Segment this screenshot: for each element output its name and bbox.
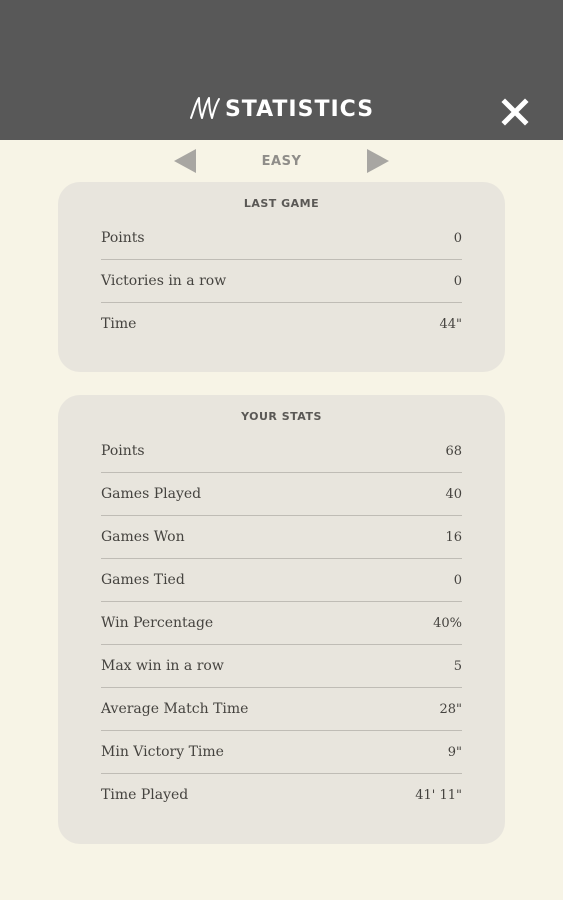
stat-label: Time [101, 316, 137, 332]
stat-value: 44" [439, 316, 462, 332]
difficulty-label: EASY [261, 154, 302, 169]
stat-value: 0 [453, 572, 462, 588]
stat-row: Time 44" [101, 303, 462, 345]
stat-label: Games Tied [101, 572, 185, 588]
triangle-right-icon [367, 149, 389, 173]
last-game-rows: Points 0 Victories in a row 0 Time 44" [101, 217, 462, 345]
stat-row: Points 68 [101, 430, 462, 473]
your-stats-title: YOUR STATS [241, 410, 322, 423]
close-button[interactable] [500, 97, 530, 127]
stat-label: Min Victory Time [101, 744, 224, 760]
stat-label: Average Match Time [101, 701, 249, 717]
stat-label: Victories in a row [101, 273, 227, 289]
stat-row: Win Percentage 40% [101, 602, 462, 645]
stat-value: 0 [453, 273, 462, 289]
stat-value: 16 [445, 529, 462, 545]
stat-value: 41' 11" [415, 787, 462, 803]
stat-row: Victories in a row 0 [101, 260, 462, 303]
stat-label: Time Played [101, 787, 189, 803]
last-game-card: LAST GAME Points 0 Victories in a row 0 … [58, 182, 505, 372]
stat-row: Average Match Time 28" [101, 688, 462, 731]
stat-value: 28" [439, 701, 462, 717]
your-stats-rows: Points 68 Games Played 40 Games Won 16 G… [101, 430, 462, 816]
stat-row: Points 0 [101, 217, 462, 260]
page-title-text: STATISTICS [224, 97, 375, 122]
stat-value: 40% [433, 615, 462, 631]
stat-label: Win Percentage [101, 615, 214, 631]
close-icon [501, 98, 529, 126]
stat-value: 0 [453, 230, 462, 246]
page-title: STATISTICS [0, 96, 563, 126]
difficulty-selector: EASY [0, 140, 563, 182]
stat-row: Games Won 16 [101, 516, 462, 559]
last-game-title: LAST GAME [243, 197, 320, 210]
app-logo-icon [189, 96, 221, 126]
stat-row: Games Played 40 [101, 473, 462, 516]
stat-label: Points [101, 230, 145, 246]
stat-label: Games Won [101, 529, 185, 545]
stat-row: Time Played 41' 11" [101, 774, 462, 816]
stat-value: 5 [453, 658, 462, 674]
stat-label: Points [101, 443, 145, 459]
your-stats-card: YOUR STATS Points 68 Games Played 40 Gam… [58, 395, 505, 844]
next-difficulty-button[interactable] [365, 148, 391, 174]
stat-label: Max win in a row [101, 658, 224, 674]
stat-row: Min Victory Time 9" [101, 731, 462, 774]
stat-value: 9" [447, 744, 462, 760]
stat-row: Max win in a row 5 [101, 645, 462, 688]
stat-value: 40 [445, 486, 462, 502]
stat-label: Games Played [101, 486, 202, 502]
header-bar: STATISTICS [0, 0, 563, 140]
stat-value: 68 [445, 443, 462, 459]
stat-row: Games Tied 0 [101, 559, 462, 602]
